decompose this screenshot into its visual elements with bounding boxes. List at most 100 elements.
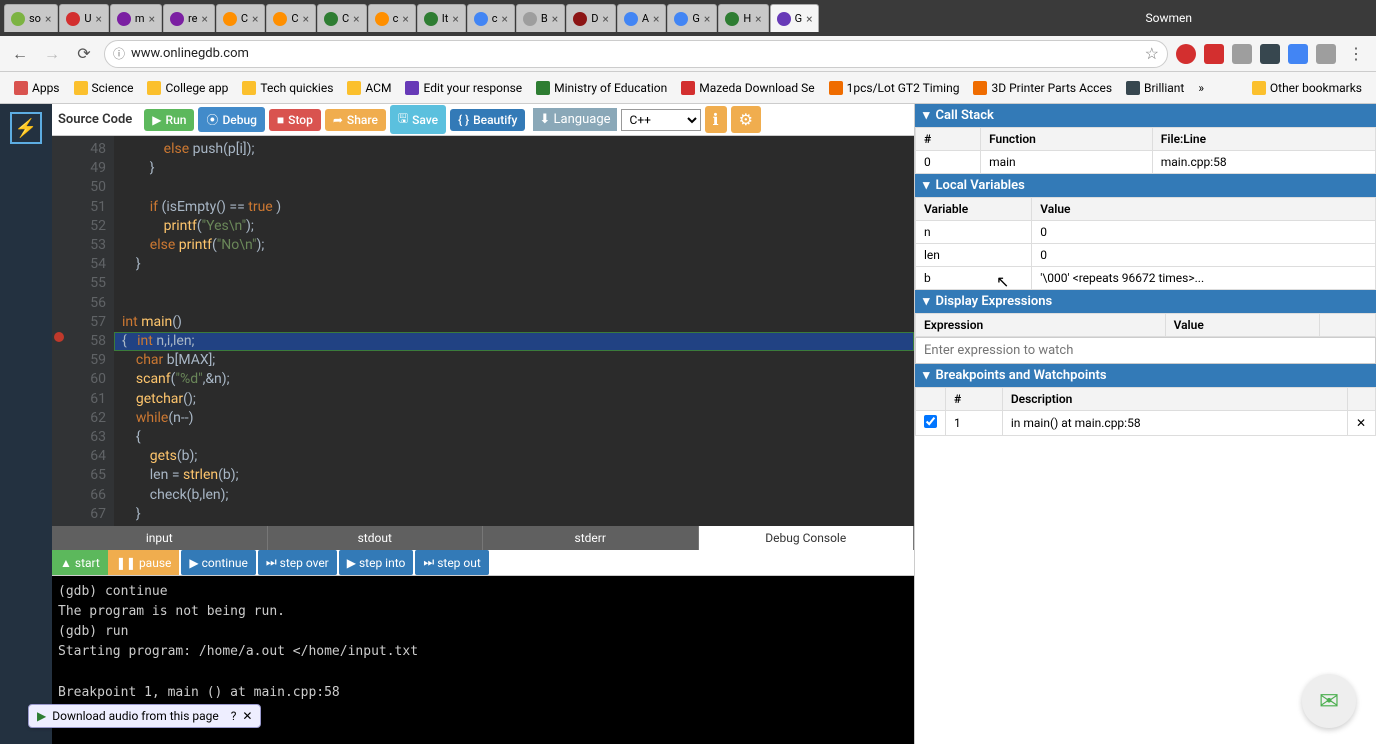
tab-close-icon[interactable]: × — [149, 12, 155, 26]
bookmark-item[interactable]: 3D Printer Parts Acces — [967, 77, 1118, 99]
local-vars-header[interactable]: ▾Local Variables — [915, 174, 1376, 197]
table-row[interactable]: len0 — [916, 244, 1376, 267]
settings-gear-icon[interactable]: ⚙ — [731, 106, 761, 133]
code-line[interactable]: { — [122, 428, 906, 447]
browser-tab[interactable]: so× — [4, 4, 58, 32]
dbg-step-out-button[interactable]: ⏭ step out — [415, 550, 488, 575]
watch-expression-input[interactable] — [915, 337, 1376, 364]
code-line[interactable]: int main() — [122, 313, 906, 332]
browser-tab[interactable]: D× — [566, 4, 616, 32]
dbg-start-button[interactable]: ▲ start — [52, 550, 108, 575]
bookmark-item[interactable]: ACM — [341, 77, 397, 99]
tab-close-icon[interactable]: × — [552, 12, 558, 26]
bookmark-item[interactable]: Brilliant — [1120, 77, 1190, 99]
tab-close-icon[interactable]: × — [402, 12, 408, 26]
tab-close-icon[interactable]: × — [602, 12, 608, 26]
close-icon[interactable]: ✕ — [242, 709, 252, 723]
tab-close-icon[interactable]: × — [502, 12, 508, 26]
code-line[interactable]: gets(b); — [122, 447, 906, 466]
code-line[interactable]: } — [122, 159, 906, 178]
tab-close-icon[interactable]: × — [353, 12, 359, 26]
extension-icon-5[interactable] — [1288, 44, 1308, 64]
code-line[interactable]: printf("Yes\n"); — [122, 217, 906, 236]
tab-input[interactable]: input — [52, 526, 268, 550]
url-bar[interactable]: ⓘ www.onlinegdb.com ☆ — [104, 40, 1168, 68]
tab-close-icon[interactable]: × — [704, 12, 710, 26]
tab-stdout[interactable]: stdout — [268, 526, 484, 550]
share-button[interactable]: ➦ Share — [325, 109, 386, 131]
tab-close-icon[interactable]: × — [252, 12, 258, 26]
stop-button[interactable]: ■ Stop — [269, 109, 321, 131]
bookmark-item[interactable]: Apps — [8, 77, 66, 99]
debug-button[interactable]: ⦿ Debug — [198, 107, 265, 132]
tab-close-icon[interactable]: × — [806, 12, 812, 26]
code-line[interactable] — [122, 274, 906, 293]
bookmark-item[interactable]: Edit your response — [399, 77, 528, 99]
run-button[interactable]: ▶ Run — [144, 109, 194, 131]
table-row[interactable]: n0 — [916, 221, 1376, 244]
code-line[interactable]: else printf("No\n"); — [122, 236, 906, 255]
bookmark-item[interactable]: Science — [68, 77, 140, 99]
browser-tab[interactable]: G× — [770, 4, 820, 32]
language-select[interactable]: C++ — [621, 109, 701, 131]
browser-tab[interactable]: c× — [368, 4, 416, 32]
tab-close-icon[interactable]: × — [452, 12, 458, 26]
browser-tab[interactable]: G× — [667, 4, 717, 32]
audio-download-bar[interactable]: ▶ Download audio from this page ? ✕ — [28, 704, 261, 728]
bookmark-item[interactable]: 1pcs/Lot GT2 Timing — [823, 77, 966, 99]
browser-tab[interactable]: re× — [163, 4, 215, 32]
code-line[interactable]: check(b,len); — [122, 486, 906, 505]
table-row[interactable]: b'\000' <repeats 96672 times>... — [916, 267, 1376, 290]
extension-icon-1[interactable] — [1176, 44, 1196, 64]
code-line[interactable]: while(n--) — [122, 409, 906, 428]
bp-enabled-checkbox[interactable] — [924, 415, 937, 428]
chat-button[interactable]: ✉ — [1302, 674, 1356, 728]
tab-close-icon[interactable]: × — [755, 12, 761, 26]
tab-debug-console[interactable]: Debug Console — [699, 526, 915, 550]
browser-tab[interactable]: c× — [467, 4, 515, 32]
code-line[interactable]: char b[MAX]; — [122, 351, 906, 370]
expressions-header[interactable]: ▾Display Expressions — [915, 290, 1376, 313]
browser-tab[interactable]: A× — [617, 4, 667, 32]
code-body[interactable]: else push(p[i]); } if (isEmpty() == true… — [114, 136, 914, 526]
browser-tab[interactable]: C× — [266, 4, 316, 32]
table-row[interactable]: 0mainmain.cpp:58 — [916, 151, 1376, 174]
code-line[interactable]: len = strlen(b); — [122, 466, 906, 485]
code-line[interactable]: } — [122, 505, 906, 524]
extension-icon-6[interactable] — [1316, 44, 1336, 64]
dbg-step-over-button[interactable]: ⏭ step over — [258, 550, 337, 575]
tab-close-icon[interactable]: × — [45, 12, 51, 26]
bp-delete-icon[interactable]: ✕ — [1348, 411, 1376, 436]
bookmark-item[interactable]: » — [1192, 77, 1210, 99]
menu-icon[interactable]: ⋮ — [1344, 42, 1368, 66]
tab-close-icon[interactable]: × — [96, 12, 102, 26]
code-line[interactable] — [122, 178, 906, 197]
browser-tab[interactable]: C× — [216, 4, 266, 32]
browser-tab[interactable]: H× — [718, 4, 768, 32]
extension-icon-3[interactable] — [1232, 44, 1252, 64]
extension-icon-4[interactable] — [1260, 44, 1280, 64]
info-icon[interactable]: ℹ — [705, 106, 727, 133]
browser-tab[interactable]: m× — [110, 4, 162, 32]
call-stack-header[interactable]: ▾Call Stack — [915, 104, 1376, 127]
site-logo-icon[interactable]: ⚡ — [10, 112, 42, 144]
beautify-button[interactable]: { } Beautify — [450, 109, 525, 131]
bookmark-item[interactable]: Mazeda Download Se — [675, 77, 820, 99]
code-line[interactable]: getchar(); — [122, 390, 906, 409]
dbg-pause-button[interactable]: ❚❚ pause — [108, 550, 180, 575]
bookmark-item[interactable]: Tech quickies — [236, 77, 339, 99]
tab-close-icon[interactable]: × — [303, 12, 309, 26]
save-button[interactable]: 🖫 Save — [390, 105, 446, 134]
code-editor[interactable]: 4849505152535455565758596061626364656667… — [52, 136, 914, 526]
help-icon[interactable]: ? — [231, 709, 237, 723]
bookmark-item[interactable]: Ministry of Education — [530, 77, 673, 99]
browser-tab[interactable]: C× — [317, 4, 367, 32]
tab-close-icon[interactable]: × — [653, 12, 659, 26]
breakpoint-gutter[interactable] — [52, 136, 66, 526]
dbg-step-into-button[interactable]: ▶ step into — [339, 550, 414, 575]
bookmark-item[interactable]: Other bookmarks — [1246, 77, 1368, 99]
extension-abp-icon[interactable] — [1204, 44, 1224, 64]
code-line[interactable] — [122, 294, 906, 313]
bookmark-star-icon[interactable]: ☆ — [1145, 44, 1159, 63]
dbg-continue-button[interactable]: ▶ continue — [181, 550, 255, 575]
